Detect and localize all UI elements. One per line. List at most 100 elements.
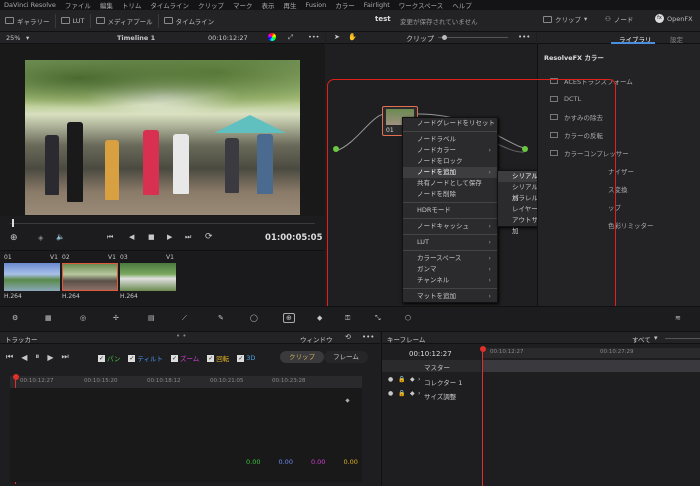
keyframe-playhead[interactable]: [480, 346, 486, 352]
track-back-icon[interactable]: ◀: [21, 353, 27, 362]
color-wheel-icon[interactable]: [268, 33, 276, 41]
zoom-slider[interactable]: [665, 338, 700, 339]
key-icon[interactable]: ⚿: [345, 314, 350, 323]
lock-icon[interactable]: 🔒: [398, 376, 405, 383]
reset-icon[interactable]: ⟲: [345, 333, 351, 341]
chevron-down-icon[interactable]: ▾: [26, 34, 29, 42]
play-icon[interactable]: ▶: [167, 233, 172, 241]
clip-button[interactable]: クリップ ▾: [538, 14, 592, 24]
media-pool-button[interactable]: メディアプール: [91, 16, 158, 26]
menu-item[interactable]: ヘルプ: [452, 0, 472, 10]
more-options-icon[interactable]: •••: [308, 33, 320, 41]
master-track[interactable]: [483, 360, 700, 372]
menu-item[interactable]: クリップ: [198, 0, 224, 10]
visibility-icon[interactable]: ●: [388, 376, 393, 383]
chevron-down-icon[interactable]: ▾: [654, 334, 658, 342]
skip-back-icon[interactable]: ⏮: [6, 352, 13, 362]
timeline-name[interactable]: Timeline 1: [117, 34, 155, 42]
scrub-bar[interactable]: [0, 216, 325, 228]
tracker-icon[interactable]: ⊕: [283, 313, 295, 323]
menu-item[interactable]: タイムライン: [150, 0, 189, 10]
menu-item[interactable]: 編集: [100, 0, 113, 10]
layers-icon[interactable]: ◈: [38, 234, 43, 242]
row-sizing: サイズ調整: [424, 393, 457, 401]
menu-item[interactable]: ワークスペース: [399, 0, 444, 10]
menu-item[interactable]: 表示: [261, 0, 274, 10]
top-toolbar: ギャラリー LUT メディアプール タイムライン test 変更が保存されていま…: [0, 10, 700, 32]
clip-thumb-1[interactable]: 01 V1 H.264: [4, 254, 60, 302]
clip-thumb-3[interactable]: 03 V1 H.264: [120, 254, 176, 302]
color-match-icon[interactable]: ▦: [45, 314, 52, 322]
pointer-icon[interactable]: ➤: [334, 33, 340, 41]
more-options-icon[interactable]: •••: [362, 333, 374, 341]
mode-clip-button[interactable]: クリップ: [280, 351, 324, 363]
menu-item[interactable]: マーク: [233, 0, 253, 10]
fullscreen-icon[interactable]: ⤢: [288, 33, 293, 42]
step-back-icon[interactable]: ◀: [129, 233, 134, 241]
menu-item[interactable]: DaVinci Resolve: [4, 1, 56, 9]
track-forward-icon[interactable]: ▶: [47, 353, 53, 362]
zoom-slider-knob[interactable]: [442, 35, 447, 40]
crosshair-icon[interactable]: ⊕: [10, 233, 18, 243]
curves-icon[interactable]: ⟋: [182, 314, 187, 323]
lut-button[interactable]: LUT: [56, 17, 90, 25]
loop-icon[interactable]: ⟳: [205, 232, 213, 242]
tab-settings[interactable]: 設定: [670, 34, 683, 44]
menu-item[interactable]: カラー: [335, 0, 355, 10]
blur-icon[interactable]: ◆: [317, 314, 322, 322]
window-dropdown[interactable]: ウィンドウ: [300, 334, 333, 344]
tracker-playhead[interactable]: [13, 374, 19, 380]
expand-icon[interactable]: ›: [418, 376, 420, 383]
volume-icon[interactable]: 🔈: [56, 233, 65, 241]
timeline-icon: [163, 17, 173, 24]
tracker-graph[interactable]: [10, 388, 362, 482]
tracker-check[interactable]: ✓ ズーム: [170, 353, 199, 363]
gallery-button[interactable]: ギャラリー: [0, 16, 55, 26]
lut-icon: [60, 17, 70, 24]
window-icon[interactable]: ◯: [250, 314, 258, 322]
go-to-end-icon[interactable]: ⏭: [185, 233, 191, 242]
zoom-dropdown[interactable]: 25%: [6, 34, 20, 42]
node-button[interactable]: ⚇ ノード: [600, 14, 638, 24]
pause-icon[interactable]: ⏸: [35, 352, 39, 362]
zoom-slider[interactable]: [438, 37, 508, 38]
more-options-icon[interactable]: •••: [518, 33, 530, 41]
menu-item[interactable]: ファイル: [65, 0, 91, 10]
mode-frame-button[interactable]: フレーム: [324, 351, 368, 363]
go-to-start-icon[interactable]: ⏮: [107, 233, 113, 242]
keyframe-icon[interactable]: ◆: [410, 390, 415, 397]
sizing-icon[interactable]: ⤡: [375, 314, 381, 323]
skip-forward-icon[interactable]: ⏭: [62, 352, 69, 362]
motion-effects-icon[interactable]: ▤: [148, 314, 155, 322]
ruler-label: 00:10:21:05: [210, 378, 244, 384]
rgb-mixer-icon[interactable]: ✢: [113, 314, 119, 322]
menu-item[interactable]: 再生: [283, 0, 296, 10]
qualifier-icon[interactable]: ✎: [218, 314, 224, 322]
filter-dropdown[interactable]: すべて: [632, 334, 651, 344]
playhead[interactable]: [12, 219, 14, 227]
expand-icon[interactable]: ›: [418, 390, 420, 397]
tracker-value: 0.00: [278, 458, 293, 466]
fx-icon: fx: [655, 14, 664, 23]
camera-raw-icon[interactable]: ⚙: [12, 314, 18, 322]
tracker-check[interactable]: ✓ 3D: [237, 354, 255, 362]
menu-item[interactable]: トリム: [122, 0, 142, 10]
openfx-button[interactable]: fx OpenFX: [650, 14, 698, 23]
tracker-check[interactable]: ✓ ティルト: [128, 353, 163, 363]
tracker-check[interactable]: ✓ パン: [98, 353, 120, 363]
lock-icon[interactable]: 🔒: [398, 390, 405, 397]
stop-icon[interactable]: ■: [148, 233, 155, 241]
keyframe-icon[interactable]: ◆: [410, 376, 415, 383]
tracker-check[interactable]: ✓ 回転: [207, 353, 229, 363]
menu-item[interactable]: Fairlight: [364, 1, 390, 9]
scopes-icon[interactable]: ≋: [675, 314, 681, 322]
color-wheels-icon[interactable]: ◎: [80, 314, 86, 322]
timeline-button[interactable]: タイムライン: [159, 16, 220, 26]
hand-icon[interactable]: ✋: [348, 33, 357, 41]
menu-item[interactable]: Fusion: [305, 1, 326, 9]
clip-icon: [543, 15, 552, 23]
node-mode-dropdown[interactable]: クリップ: [406, 34, 434, 44]
visibility-icon[interactable]: ●: [388, 390, 393, 397]
3d-icon[interactable]: ⬡: [405, 314, 411, 322]
clip-thumb-2[interactable]: 02 V1 H.264: [62, 254, 118, 302]
